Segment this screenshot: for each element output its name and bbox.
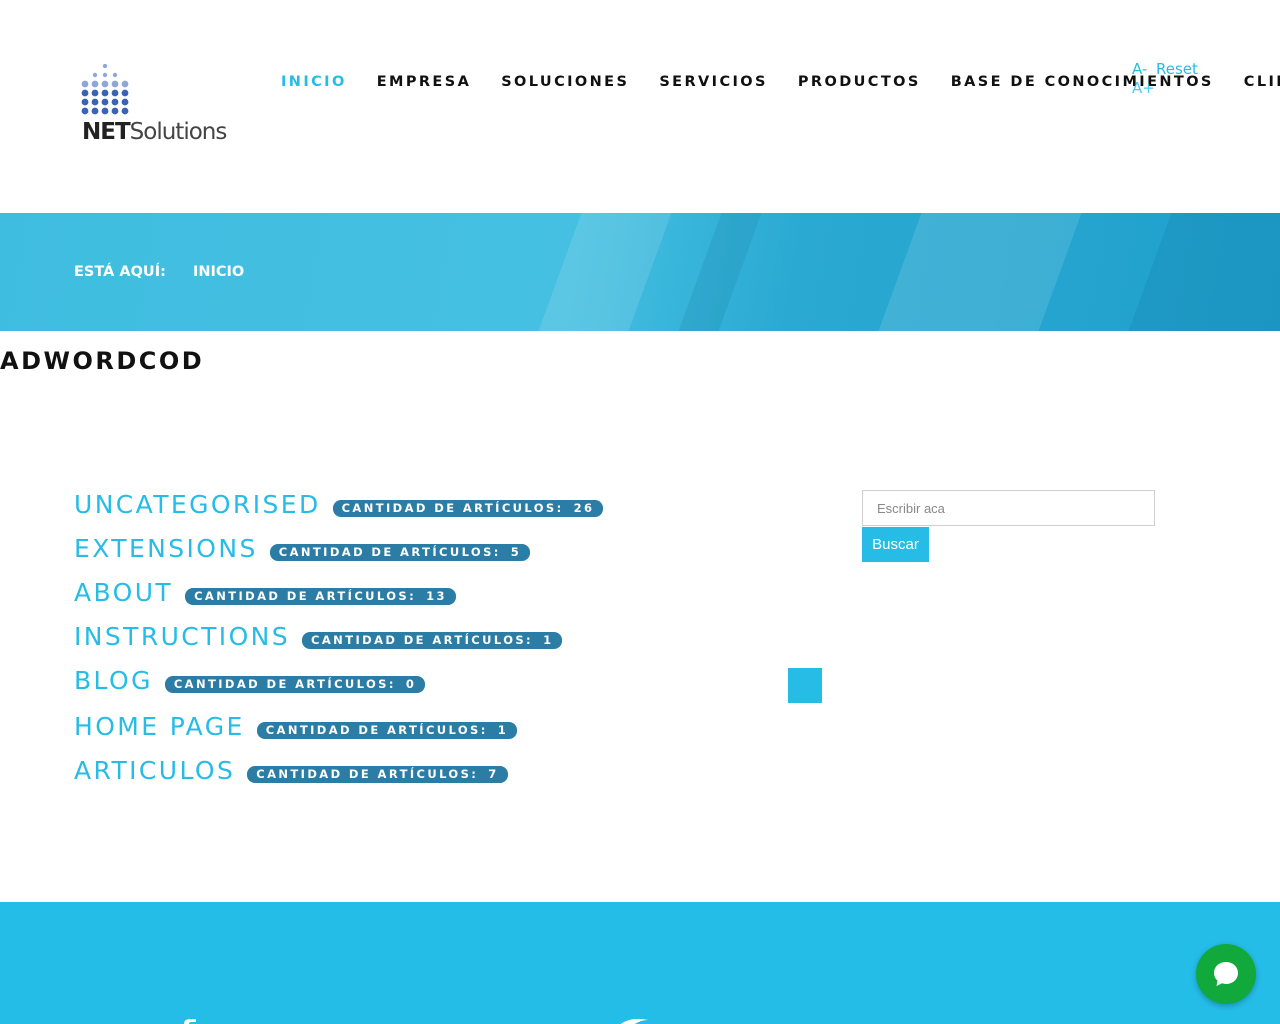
nav-item-empresa[interactable]: EMPRESA [377,74,472,90]
list-item: ABOUT CANTIDAD DE ARTÍCULOS: 13 [74,578,456,608]
article-count-badge: CANTIDAD DE ARTÍCULOS: 26 [332,499,604,517]
site-footer [0,902,1280,1024]
list-item: INSTRUCTIONS CANTIDAD DE ARTÍCULOS: 1 [74,622,563,652]
category-link[interactable]: ABOUT [74,578,173,608]
category-link[interactable]: HOME PAGE [74,712,245,742]
logo-dot [111,80,119,88]
list-item: EXTENSIONS CANTIDAD DE ARTÍCULOS: 5 [74,534,531,564]
font-decrease-button[interactable]: A- [1132,60,1147,78]
logo-dot [101,80,109,88]
logo-dot [101,89,109,97]
category-link[interactable]: UNCATEGORISED [74,490,321,520]
category-link[interactable]: INSTRUCTIONS [74,622,290,652]
list-item: UNCATEGORISED CANTIDAD DE ARTÍCULOS: 26 [74,490,604,520]
nav-item-servicios[interactable]: SERVICIOS [659,74,768,90]
logo-dot [111,98,119,106]
article-count-badge: CANTIDAD DE ARTÍCULOS: 13 [185,587,456,605]
banner-decoration [538,213,672,331]
logo-dot [111,89,119,97]
logo-dot [102,64,108,69]
main-nav: INICIO EMPRESA SOLUCIONES SERVICIOS PROD… [281,74,1280,90]
logo-dot [81,98,89,106]
list-item: BLOG CANTIDAD DE ARTÍCULOS: 0 [74,666,426,696]
nav-item-soluciones[interactable]: SOLUCIONES [501,74,629,90]
nav-item-inicio[interactable]: INICIO [281,74,347,90]
logo-dot [121,89,129,97]
category-link[interactable]: ARTICULOS [74,756,235,786]
logo-dot [101,98,109,106]
logo-dot [91,98,99,106]
logo-dot [121,80,129,88]
search-button[interactable]: Buscar [862,527,929,562]
scroll-button[interactable] [788,668,822,703]
logo-dot [92,72,98,78]
logo-dot [81,89,89,97]
logo-dot [91,107,99,115]
logo-dot [91,89,99,97]
site-header: NETSolutions INICIO EMPRESA SOLUCIONES S… [0,0,1280,213]
logo-dot [112,72,118,78]
nav-item-clientes[interactable]: CLIENTES [1244,74,1280,90]
font-increase-button[interactable]: A+ [1132,79,1155,97]
breadcrumb-current[interactable]: INICIO [193,264,244,280]
nav-item-productos[interactable]: PRODUCTOS [798,74,921,90]
chat-button[interactable] [1196,944,1256,1004]
logo-dot [91,80,99,88]
chat-bubble-icon [1214,962,1238,986]
logo-dot [101,107,109,115]
article-count-badge: CANTIDAD DE ARTÍCULOS: 7 [247,765,508,783]
logo-dot [81,107,89,115]
category-link[interactable]: BLOG [74,666,153,696]
page-title: ADWORDCOD [0,347,205,375]
article-count-badge: CANTIDAD DE ARTÍCULOS: 0 [164,675,426,693]
logo-dot [111,107,119,115]
social-icon-partial [620,1018,648,1024]
list-item: HOME PAGE CANTIDAD DE ARTÍCULOS: 1 [74,712,518,742]
social-icon-partial [184,1019,196,1024]
breadcrumb-banner: ESTÁ AQUÍ: INICIO [0,213,1280,331]
search-input[interactable] [862,490,1155,526]
font-reset-button[interactable]: Reset [1156,60,1198,78]
logo-dot [102,72,108,78]
banner-decoration [1128,213,1280,331]
logo-dot [121,98,129,106]
list-item: ARTICULOS CANTIDAD DE ARTÍCULOS: 7 [74,756,508,786]
article-count-badge: CANTIDAD DE ARTÍCULOS: 1 [302,631,563,649]
logo-wordmark: NETSolutions [82,119,227,145]
site-logo[interactable]: NETSolutions [80,64,242,150]
dot-grid-logo-icon [81,64,129,115]
banner-decoration [878,213,1082,331]
article-count-badge: CANTIDAD DE ARTÍCULOS: 5 [269,543,531,561]
article-count-badge: CANTIDAD DE ARTÍCULOS: 1 [256,721,518,739]
breadcrumb: ESTÁ AQUÍ: INICIO [74,264,244,280]
logo-dot [121,107,129,115]
banner-decoration [678,213,762,331]
breadcrumb-prefix: ESTÁ AQUÍ: [74,264,166,280]
category-link[interactable]: EXTENSIONS [74,534,258,564]
logo-dot [81,80,89,88]
